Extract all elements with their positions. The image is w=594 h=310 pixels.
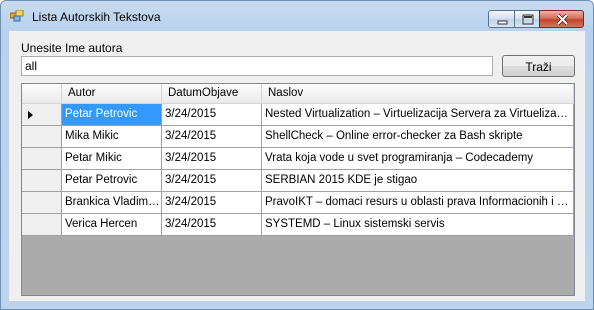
table-row[interactable]: Petar Petrovic 3/24/2015 Nested Virtuali… bbox=[22, 104, 574, 126]
naslov-cell[interactable]: Vrata koja vode u svet programiranja – C… bbox=[262, 148, 574, 170]
maximize-button[interactable] bbox=[514, 10, 540, 28]
app-windows-icon bbox=[9, 9, 24, 22]
author-search-input[interactable] bbox=[21, 56, 493, 76]
title-bar[interactable]: Lista Autorskih Tekstova bbox=[1, 1, 593, 31]
row-header[interactable] bbox=[22, 214, 62, 236]
naslov-cell[interactable]: SERBIAN 2015 KDE je stigao bbox=[262, 170, 574, 192]
row-header[interactable] bbox=[22, 126, 62, 148]
datum-cell[interactable]: 3/24/2015 bbox=[162, 126, 262, 148]
table-row[interactable]: Mika Mikic 3/24/2015 ShellCheck – Online… bbox=[22, 126, 574, 148]
autor-cell[interactable]: Brankica Vladimirović bbox=[62, 192, 162, 214]
articles-data-grid[interactable]: Autor DatumObjave Naslov Petar Petrovic … bbox=[21, 83, 575, 296]
naslov-cell[interactable]: Nested Virtualization – Virtuelizacija S… bbox=[262, 104, 574, 126]
naslov-cell[interactable]: SYSTEMD – Linux sistemski servis bbox=[262, 214, 574, 236]
column-header-autor[interactable]: Autor bbox=[62, 84, 162, 104]
datum-cell[interactable]: 3/24/2015 bbox=[162, 192, 262, 214]
autor-cell[interactable]: Mika Mikic bbox=[62, 126, 162, 148]
form-client-area: Unesite Ime autora Traži Autor DatumObja… bbox=[9, 31, 585, 301]
minimize-icon bbox=[497, 20, 508, 25]
search-button[interactable]: Traži bbox=[502, 55, 575, 77]
naslov-cell[interactable]: ShellCheck – Online error-checker za Bas… bbox=[262, 126, 574, 148]
datum-cell[interactable]: 3/24/2015 bbox=[162, 148, 262, 170]
autor-cell[interactable]: Petar Mikic bbox=[62, 148, 162, 170]
datum-cell[interactable]: 3/24/2015 bbox=[162, 104, 262, 126]
column-header-naslov[interactable]: Naslov bbox=[262, 84, 574, 104]
table-row[interactable]: Brankica Vladimirović 3/24/2015 PravoIKT… bbox=[22, 192, 574, 214]
row-header[interactable] bbox=[22, 192, 62, 214]
table-row[interactable]: Petar Petrovic 3/24/2015 SERBIAN 2015 KD… bbox=[22, 170, 574, 192]
table-row[interactable]: Verica Hercen 3/24/2015 SYSTEMD – Linux … bbox=[22, 214, 574, 236]
grid-header-row: Autor DatumObjave Naslov bbox=[22, 84, 574, 106]
maximize-icon bbox=[522, 14, 534, 25]
row-header[interactable] bbox=[22, 170, 62, 192]
main-window: Lista Autorskih Tekstova Unesite Ime aut… bbox=[0, 0, 594, 310]
row-header[interactable] bbox=[22, 104, 62, 126]
row-header[interactable] bbox=[22, 148, 62, 170]
datum-cell[interactable]: 3/24/2015 bbox=[162, 214, 262, 236]
autor-cell[interactable]: Verica Hercen bbox=[62, 214, 162, 236]
autor-cell[interactable]: Petar Petrovic bbox=[62, 170, 162, 192]
author-search-label: Unesite Ime autora bbox=[21, 41, 123, 55]
window-title: Lista Autorskih Tekstova bbox=[32, 10, 161, 24]
current-row-arrow-icon bbox=[28, 111, 33, 119]
close-icon bbox=[556, 13, 569, 26]
datum-cell[interactable]: 3/24/2015 bbox=[162, 170, 262, 192]
autor-cell[interactable]: Petar Petrovic bbox=[62, 104, 162, 126]
close-button[interactable] bbox=[539, 10, 584, 28]
column-header-datumobjave[interactable]: DatumObjave bbox=[162, 84, 262, 104]
table-row[interactable]: Petar Mikic 3/24/2015 Vrata koja vode u … bbox=[22, 148, 574, 170]
naslov-cell[interactable]: PravoIKT – domaci resurs u oblasti prava… bbox=[262, 192, 574, 214]
row-header-corner[interactable] bbox=[22, 84, 62, 104]
minimize-button[interactable] bbox=[488, 10, 515, 28]
